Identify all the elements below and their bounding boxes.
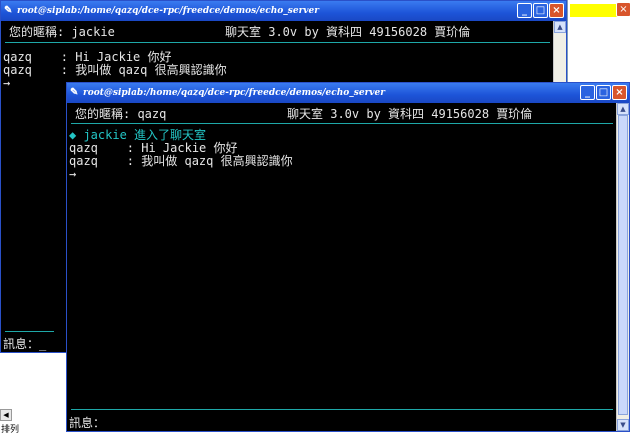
message-line: → <box>69 167 77 181</box>
back-window-title: root@siplab:/home/qazq/dce-rpc/freedce/d… <box>17 6 320 16</box>
bottom-left-label[interactable]: 排列 <box>1 422 19 435</box>
front-header: 您的暱稱: qazq 聊天室 3.0v by 資科四 49156028 賈玠倫 <box>75 105 613 121</box>
scroll-down-icon[interactable]: ▼ <box>617 419 629 431</box>
back-window-titlebar[interactable]: ✎ root@siplab:/home/qazq/dce-rpc/freedce… <box>1 1 566 21</box>
scroll-up-icon[interactable]: ▲ <box>617 103 629 115</box>
front-header-separator <box>71 123 613 124</box>
back-header-separator <box>5 42 550 43</box>
front-terminal-content[interactable]: 您的暱稱: qazq 聊天室 3.0v by 資科四 49156028 賈玠倫 … <box>67 103 617 431</box>
scroll-up-icon[interactable]: ▲ <box>554 21 566 33</box>
left-scroll-arrow[interactable]: ◀ <box>0 409 12 421</box>
back-chatroom-title: 聊天室 3.0v by 資科四 49156028 賈玠倫 <box>225 25 471 39</box>
front-terminal-window[interactable]: ✎ root@siplab:/home/qazq/dce-rpc/freedce… <box>66 82 630 432</box>
front-message-list: ◆ jackie 進入了聊天室 qazq : Hi Jackie 你好 qazq :… <box>69 129 615 181</box>
front-chatroom-title: 聊天室 3.0v by 資科四 49156028 賈玠倫 <box>287 107 533 121</box>
back-nickname: 您的暱稱: jackie <box>9 25 115 39</box>
message-line: qazq : 我叫做 qazq 很高興認識你 <box>69 154 293 168</box>
back-input-separator <box>5 331 54 332</box>
maximize-button[interactable]: □ <box>596 85 611 100</box>
minimize-button[interactable]: _ <box>517 3 532 18</box>
terminal-app-icon: ✎ <box>4 5 13 16</box>
scroll-thumb[interactable] <box>618 115 628 415</box>
message-line: qazq : 我叫做 qazq 很高興認識你 <box>3 63 227 77</box>
back-header: 您的暱稱: jackie 聊天室 3.0v by 資科四 49156028 賈玠… <box>9 23 550 39</box>
front-nickname: 您的暱稱: qazq <box>75 107 167 121</box>
background-window-strip: × <box>567 0 630 90</box>
front-window-title: root@siplab:/home/qazq/dce-rpc/freedce/d… <box>83 88 386 98</box>
front-input-line[interactable]: 訊息： <box>69 414 615 431</box>
front-window-titlebar[interactable]: ✎ root@siplab:/home/qazq/dce-rpc/freedce… <box>67 83 629 103</box>
close-button[interactable]: × <box>612 85 627 100</box>
minimize-button[interactable]: _ <box>580 85 595 100</box>
maximize-button[interactable]: □ <box>533 3 548 18</box>
close-button[interactable]: × <box>549 3 564 18</box>
front-input-separator <box>71 409 613 410</box>
background-close-button[interactable]: × <box>616 2 630 17</box>
bottom-left-app: ◀ 排列 <box>0 353 67 435</box>
terminal-app-icon: ✎ <box>70 87 79 98</box>
front-vertical-scrollbar[interactable]: ▲ ▼ <box>616 103 629 431</box>
